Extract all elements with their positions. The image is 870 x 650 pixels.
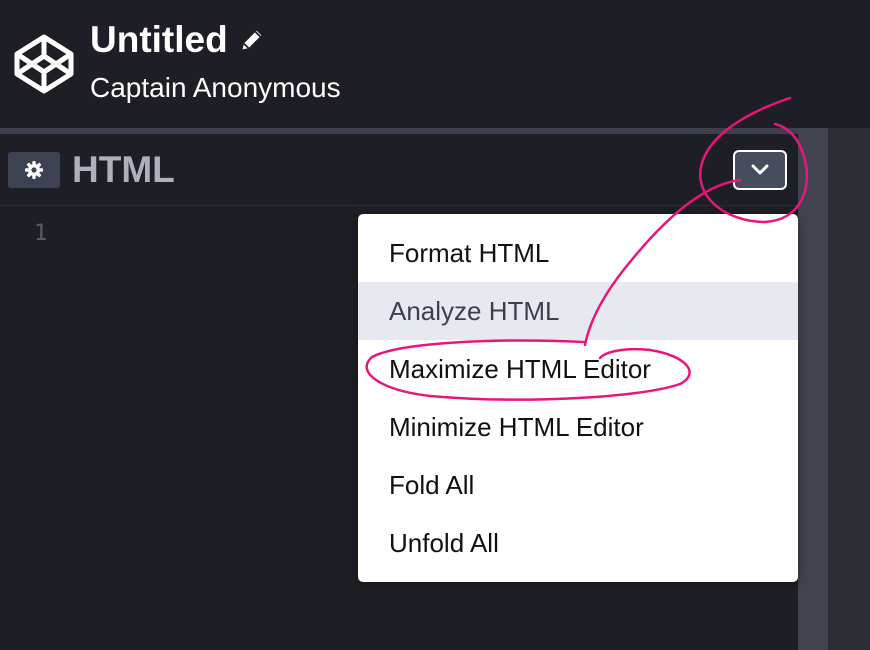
menu-item-unfold-all[interactable]: Unfold All [358, 514, 798, 572]
codepen-logo-icon[interactable] [12, 32, 76, 96]
menu-item-maximize-html-editor[interactable]: Maximize HTML Editor [358, 340, 798, 398]
editor-title: HTML [72, 149, 175, 190]
author-name[interactable]: Captain Anonymous [90, 70, 341, 106]
menu-item-minimize-html-editor[interactable]: Minimize HTML Editor [358, 398, 798, 456]
top-bar: Untitled Captain Anonymous [0, 0, 870, 128]
pencil-icon[interactable] [238, 26, 266, 54]
line-number: 1 [34, 221, 48, 246]
menu-item-format-html[interactable]: Format HTML [358, 224, 798, 282]
editor-options-menu: Format HTML Analyze HTML Maximize HTML E… [358, 214, 798, 582]
gear-icon [25, 161, 43, 179]
adjacent-panel [828, 128, 870, 650]
menu-item-fold-all[interactable]: Fold All [358, 456, 798, 514]
settings-button[interactable] [8, 152, 60, 188]
editor-header: HTML [0, 134, 798, 206]
chevron-down-icon [751, 164, 769, 175]
pen-title[interactable]: Untitled [90, 18, 228, 62]
menu-item-analyze-html[interactable]: Analyze HTML [358, 282, 798, 340]
title-row: Untitled [90, 18, 266, 62]
resize-handle[interactable] [798, 128, 828, 650]
editor-options-dropdown-button[interactable] [733, 150, 787, 190]
